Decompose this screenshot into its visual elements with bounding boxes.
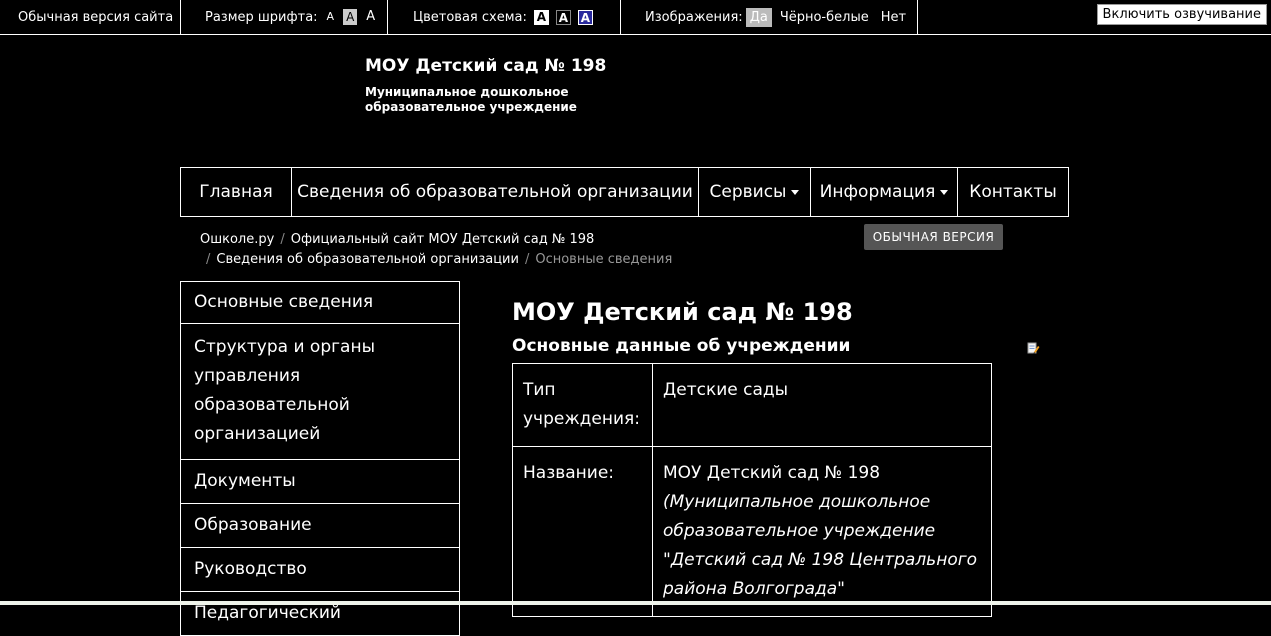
images-on-button[interactable]: Да <box>745 7 772 27</box>
images-control: Изображения: Да Чёрно-белые Нет <box>645 0 906 34</box>
caret-down-icon <box>940 189 949 195</box>
breadcrumb-separator: / <box>280 232 285 247</box>
color-scheme-control: Цветовая схема: A A A <box>413 0 593 34</box>
main-nav: Главная Сведения об образовательной орга… <box>180 167 1069 217</box>
enable-voice-button[interactable]: Включить озвучивание <box>1096 4 1267 25</box>
table-row: Название: МОУ Детский сад № 198 (Муницип… <box>512 446 992 617</box>
sidebar-menu: Основные сведения Структура и органы упр… <box>180 281 460 636</box>
nav-item-label: Сведения об образовательной организации <box>297 182 693 202</box>
accessibility-bar: Обычная версия сайта Размер шрифта: A A … <box>0 0 1271 35</box>
breadcrumb-link-site[interactable]: Официальный сайт МОУ Детский сад № 198 <box>291 232 595 247</box>
site-subtitle: Муниципальное дошкольное образовательное… <box>365 85 577 114</box>
images-bw-button[interactable]: Чёрно-белые <box>780 10 869 25</box>
sidebar-item-teaching-staff[interactable]: Педагогический <box>180 591 460 636</box>
table-cell-value: МОУ Детский сад № 198 (Муниципальное дош… <box>652 446 992 617</box>
font-size-control: Размер шрифта: A A A <box>205 0 378 34</box>
sidebar-item-structure[interactable]: Структура и органы управления образовате… <box>180 323 460 460</box>
font-size-label: Размер шрифта: <box>205 9 318 25</box>
caret-down-icon <box>791 189 800 195</box>
nav-item-label: Информация <box>819 182 936 202</box>
divider <box>917 0 918 34</box>
divider <box>620 0 621 34</box>
table-row: Тип учреждения: Детские сады <box>512 363 992 447</box>
color-scheme-blue-button[interactable]: A <box>577 9 593 25</box>
page-title: МОУ Детский сад № 198 <box>512 298 853 326</box>
nav-item-services[interactable]: Сервисы <box>698 167 811 217</box>
font-size-large-button[interactable]: A <box>363 9 378 25</box>
breadcrumb: Ошколе.ру / Официальный сайт МОУ Детский с… <box>200 230 672 270</box>
table-cell-value: Детские сады <box>652 363 992 447</box>
images-off-button[interactable]: Нет <box>881 10 906 25</box>
divider <box>387 0 388 34</box>
nav-item-label: Контакты <box>969 182 1057 202</box>
nav-item-label: Главная <box>199 182 273 202</box>
sidebar-item-education[interactable]: Образование <box>180 503 460 548</box>
edit-icon[interactable] <box>1027 341 1040 354</box>
color-scheme-black-button[interactable]: A <box>555 9 571 25</box>
table-cell-label: Тип учреждения: <box>512 363 653 447</box>
breadcrumb-current: Основные сведения <box>535 252 673 267</box>
normal-version-label[interactable]: Обычная версия сайта <box>18 10 173 25</box>
section-subtitle: Основные данные об учреждении <box>512 336 851 356</box>
breadcrumb-link-home[interactable]: Ошколе.ру <box>200 232 274 247</box>
divider <box>180 0 181 34</box>
breadcrumb-separator: / <box>524 252 530 267</box>
color-scheme-white-button[interactable]: A <box>533 9 549 25</box>
sidebar-item-basic-info[interactable]: Основные сведения <box>180 281 460 324</box>
table-cell-label: Название: <box>512 446 653 617</box>
org-short-name: МОУ Детский сад № 198 <box>663 463 881 483</box>
nav-item-information[interactable]: Информация <box>810 167 958 217</box>
sidebar-item-documents[interactable]: Документы <box>180 459 460 504</box>
breadcrumb-link-org-info[interactable]: Сведения об образовательной организации <box>216 252 519 267</box>
nav-item-label: Сервисы <box>709 182 787 202</box>
normal-version-link[interactable]: Обычная версия сайта <box>18 0 173 34</box>
font-size-medium-button[interactable]: A <box>343 9 358 25</box>
font-size-small-button[interactable]: A <box>324 9 338 25</box>
site-title[interactable]: МОУ Детский сад № 198 <box>365 56 606 76</box>
nav-item-org-info[interactable]: Сведения об образовательной организации <box>291 167 699 217</box>
org-full-name: (Муниципальное дошкольное образовательно… <box>663 492 978 599</box>
nav-item-contacts[interactable]: Контакты <box>957 167 1069 217</box>
normal-version-button[interactable]: ОБЫЧНАЯ ВЕРСИЯ <box>864 224 1003 250</box>
sidebar-item-management[interactable]: Руководство <box>180 547 460 592</box>
breadcrumb-separator: / <box>206 252 211 267</box>
images-label: Изображения: <box>645 9 743 25</box>
basic-info-table: Тип учреждения: Детские сады Название: М… <box>512 363 992 617</box>
nav-item-home[interactable]: Главная <box>180 167 292 217</box>
color-scheme-label: Цветовая схема: <box>413 9 527 25</box>
bottom-strip <box>0 601 1271 605</box>
